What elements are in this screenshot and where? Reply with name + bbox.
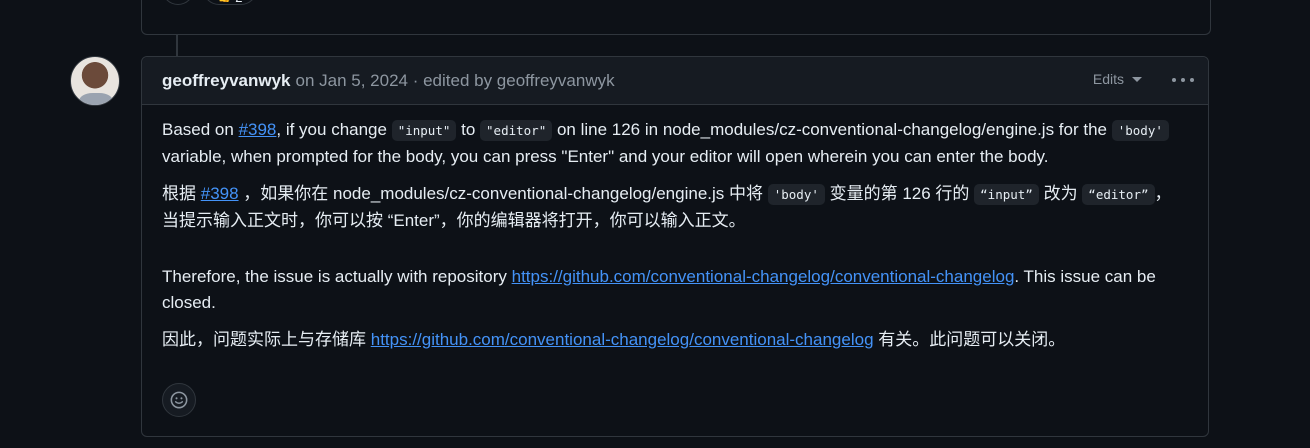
page: 👍 2 geoffreyvanwyk on Jan 5, 2024 · edit… [0, 0, 1310, 448]
inline-code: "editor" [480, 120, 553, 141]
issue-link-398[interactable]: #398 [201, 184, 239, 203]
previous-comment-card: 👍 2 [141, 0, 1211, 35]
inline-code: “input” [974, 184, 1039, 205]
inline-code: "input" [391, 120, 457, 141]
comment-meta[interactable]: on Jan 5, 2024 · edited by geoffreyvanwy… [296, 71, 615, 91]
paragraph-en-2: Therefore, the issue is actually with re… [162, 267, 1156, 312]
issue-link-398[interactable]: #398 [239, 120, 277, 139]
comment-body: Based on #398, if you change "input" to … [142, 105, 1208, 353]
paragraph-zh-1: 根据 #398 ，如果你在 node_modules/cz-convention… [162, 184, 1172, 230]
avatar[interactable] [70, 56, 120, 106]
previous-add-reaction-button[interactable] [162, 0, 194, 5]
timeline-connector [176, 35, 178, 57]
reaction-count: 2 [235, 0, 242, 4]
comment-header: geoffreyvanwyk on Jan 5, 2024 · edited b… [142, 57, 1208, 105]
caret-down-icon [1132, 76, 1142, 82]
paragraph-zh-2: 因此，问题实际上与存储库 https://github.com/conventi… [162, 330, 1066, 349]
edits-label: Edits [1092, 71, 1124, 87]
repository-link[interactable]: https://github.com/conventional-changelo… [512, 267, 1015, 286]
inline-code: 'body' [767, 184, 825, 205]
thumbs-up-icon: 👍 [218, 0, 232, 4]
author-link[interactable]: geoffreyvanwyk [162, 71, 291, 91]
edits-dropdown[interactable]: Edits [1093, 71, 1142, 87]
avatar-shirt [79, 93, 113, 105]
inline-code: “editor” [1082, 184, 1155, 205]
smiley-icon [170, 391, 188, 409]
repository-link[interactable]: https://github.com/conventional-changelo… [371, 330, 874, 349]
comment-card: geoffreyvanwyk on Jan 5, 2024 · edited b… [141, 56, 1209, 437]
previous-reaction-thumbs-up[interactable]: 👍 2 [203, 0, 257, 5]
add-reaction-button[interactable] [162, 383, 196, 417]
kebab-horizontal-icon[interactable] [1172, 71, 1194, 89]
paragraph-en-1: Based on #398, if you change "input" to … [162, 117, 1188, 170]
inline-code: 'body' [1111, 120, 1169, 141]
